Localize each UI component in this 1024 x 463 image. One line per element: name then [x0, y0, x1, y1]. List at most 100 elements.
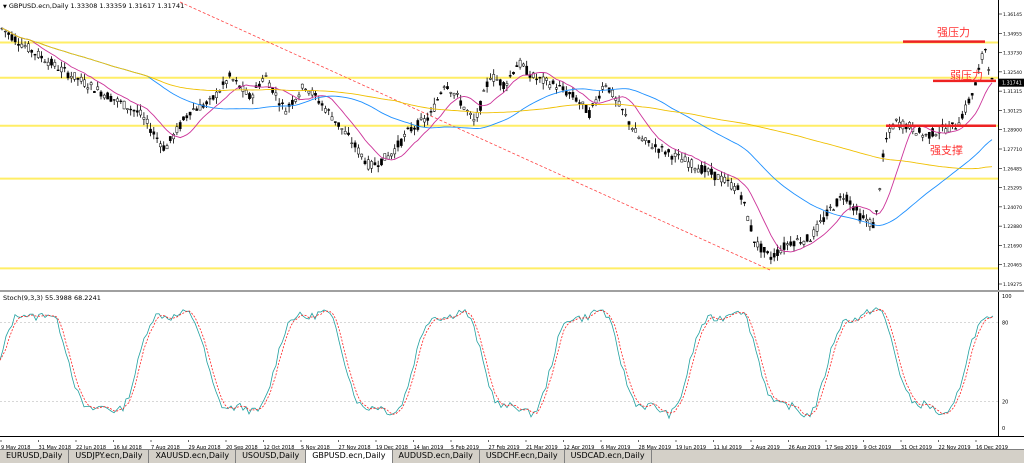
candle[interactable] — [644, 137, 647, 145]
candle[interactable] — [102, 93, 106, 100]
candle[interactable] — [809, 238, 812, 243]
candle[interactable] — [871, 217, 875, 229]
candle[interactable] — [106, 91, 109, 100]
chart-tab-4[interactable]: GBPUSD.ecn,Daily — [306, 450, 393, 463]
candle[interactable] — [251, 92, 255, 105]
candle[interactable] — [611, 87, 614, 98]
candle[interactable] — [96, 81, 100, 91]
candle[interactable] — [3, 30, 7, 38]
moving-average-fast[interactable] — [1, 27, 993, 253]
candle[interactable] — [172, 132, 175, 144]
candle[interactable] — [921, 133, 925, 142]
candle[interactable] — [129, 105, 133, 116]
candle[interactable] — [93, 90, 96, 93]
candle[interactable] — [970, 92, 974, 100]
candle[interactable] — [660, 143, 664, 152]
candle[interactable] — [287, 102, 291, 113]
candle[interactable] — [56, 65, 60, 72]
candle[interactable] — [73, 72, 76, 82]
candle[interactable] — [967, 96, 971, 105]
candle[interactable] — [50, 56, 53, 69]
candle[interactable] — [703, 161, 707, 178]
candle[interactable] — [43, 58, 47, 64]
candle[interactable] — [462, 106, 466, 111]
stochastic-svg[interactable] — [0, 292, 998, 436]
candle[interactable] — [188, 111, 192, 120]
candle[interactable] — [733, 182, 736, 195]
candle[interactable] — [568, 91, 571, 99]
candle[interactable] — [881, 149, 885, 162]
candle[interactable] — [393, 144, 397, 159]
candle[interactable] — [786, 241, 789, 251]
candle[interactable] — [436, 96, 439, 101]
candle[interactable] — [749, 219, 753, 233]
candle[interactable] — [852, 203, 855, 216]
candle[interactable] — [492, 69, 496, 87]
candle[interactable] — [690, 158, 694, 174]
candle[interactable] — [294, 98, 298, 104]
candle[interactable] — [76, 77, 80, 86]
candle[interactable] — [574, 94, 578, 103]
candle[interactable] — [89, 81, 93, 91]
candle[interactable] — [861, 209, 865, 220]
candle[interactable] — [713, 171, 717, 186]
candle[interactable] — [581, 101, 585, 110]
candle[interactable] — [264, 72, 268, 77]
candle[interactable] — [640, 135, 644, 142]
chart-tab-6[interactable]: USDCHF.ecn,Daily — [480, 450, 565, 463]
candle[interactable] — [845, 191, 849, 204]
candle[interactable] — [548, 81, 552, 90]
candle[interactable] — [789, 236, 793, 247]
candle[interactable] — [211, 94, 215, 101]
candle[interactable] — [442, 85, 446, 91]
candle[interactable] — [327, 108, 331, 116]
candle[interactable] — [162, 141, 166, 152]
candle[interactable] — [746, 215, 750, 222]
candle[interactable] — [706, 167, 710, 176]
candle[interactable] — [152, 126, 156, 140]
candle[interactable] — [822, 211, 826, 225]
chart-tab-2[interactable]: XAUUSD.ecn,Daily — [149, 450, 237, 463]
candle[interactable] — [518, 57, 522, 70]
candle[interactable] — [139, 104, 142, 118]
candle[interactable] — [792, 240, 796, 252]
candle[interactable] — [522, 62, 525, 67]
candle[interactable] — [165, 143, 169, 150]
candle[interactable] — [413, 125, 416, 136]
candle[interactable] — [465, 109, 469, 116]
candle[interactable] — [558, 80, 562, 87]
candle[interactable] — [390, 153, 393, 160]
candle[interactable] — [36, 48, 40, 60]
candle[interactable] — [736, 183, 740, 191]
candle[interactable] — [960, 110, 964, 120]
candle[interactable] — [601, 82, 604, 93]
candle[interactable] — [614, 96, 618, 107]
candle[interactable] — [373, 157, 377, 166]
candle[interactable] — [66, 70, 70, 81]
candle[interactable] — [218, 89, 222, 94]
candle[interactable] — [663, 150, 667, 157]
candle[interactable] — [987, 66, 991, 75]
candle[interactable] — [984, 48, 987, 53]
candle[interactable] — [673, 149, 677, 163]
candle[interactable] — [46, 57, 50, 70]
candle[interactable] — [772, 248, 776, 262]
price-chart-svg[interactable] — [0, 0, 998, 290]
candle[interactable] — [225, 79, 228, 89]
candle[interactable] — [396, 135, 400, 152]
candle[interactable] — [535, 73, 538, 85]
candle[interactable] — [175, 122, 179, 136]
candle[interactable] — [898, 116, 901, 131]
candle[interactable] — [399, 138, 403, 148]
candle[interactable] — [126, 108, 129, 114]
candle[interactable] — [743, 201, 746, 207]
candle[interactable] — [353, 140, 357, 153]
candle[interactable] — [99, 90, 103, 100]
candle[interactable] — [842, 193, 845, 205]
candle[interactable] — [584, 104, 588, 113]
candle[interactable] — [528, 70, 532, 82]
candle[interactable] — [964, 100, 967, 115]
candle[interactable] — [957, 116, 961, 125]
candle[interactable] — [291, 95, 294, 110]
candle[interactable] — [258, 80, 261, 89]
